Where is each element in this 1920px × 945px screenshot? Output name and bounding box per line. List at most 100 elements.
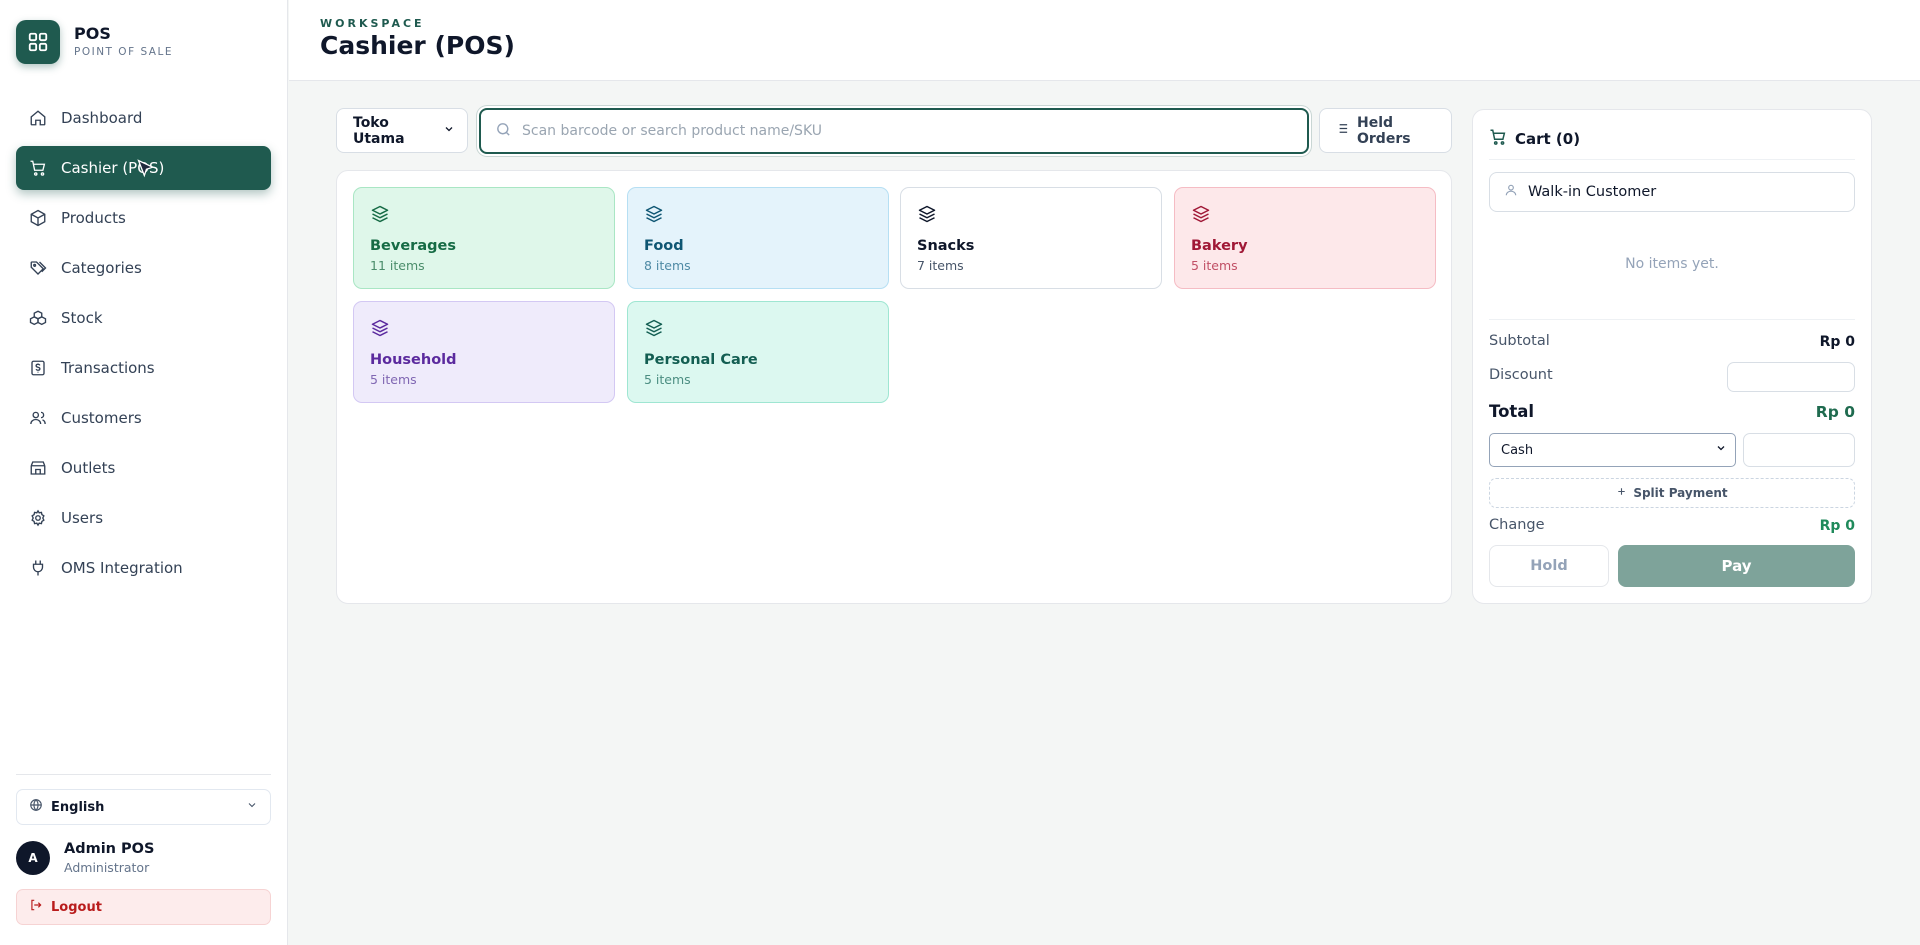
layers-icon: [644, 204, 664, 228]
change-label: Change: [1489, 517, 1545, 533]
pay-button[interactable]: Pay: [1618, 545, 1855, 587]
boxes-icon: [29, 309, 47, 327]
category-count: 11 items: [370, 258, 425, 273]
cart-icon: [1489, 128, 1507, 150]
category-card-personal-care[interactable]: Personal Care 5 items: [627, 301, 889, 403]
sidebar-item-categories[interactable]: Categories: [16, 246, 271, 290]
sidebar-item-label: Stock: [61, 309, 103, 327]
subtotal-label: Subtotal: [1489, 333, 1550, 349]
receipt-icon: [29, 359, 47, 377]
box-icon: [29, 209, 47, 227]
store-icon: [29, 459, 47, 477]
logout-label: Logout: [51, 899, 102, 915]
category-card-food[interactable]: Food 8 items: [627, 187, 889, 289]
category-card-snacks[interactable]: Snacks 7 items: [900, 187, 1162, 289]
language-select[interactable]: English: [16, 789, 271, 825]
customer-name: Walk-in Customer: [1528, 184, 1657, 200]
payment-method-value: Cash: [1501, 442, 1534, 458]
change-value: Rp 0: [1819, 518, 1855, 534]
cart-title: Cart (0): [1515, 130, 1581, 148]
sidebar-item-label: Users: [61, 509, 104, 527]
customer-select[interactable]: Walk-in Customer: [1489, 172, 1855, 212]
chevron-down-icon: [246, 799, 258, 815]
category-card-beverages[interactable]: Beverages 11 items: [353, 187, 615, 289]
category-count: 5 items: [1191, 258, 1238, 273]
category-panel: Beverages 11 items Food 8 items Snacks 7…: [336, 170, 1452, 604]
sidebar: POS POINT OF SALE Dashboard Cashier (POS…: [0, 0, 288, 945]
category-name: Beverages: [370, 238, 456, 254]
sidebar-divider: [16, 774, 271, 775]
sidebar-item-products[interactable]: Products: [16, 196, 271, 240]
sidebar-item-label: Customers: [61, 409, 142, 427]
layers-icon: [644, 318, 664, 342]
brand: POS POINT OF SALE: [16, 20, 173, 64]
payment-amount-input[interactable]: [1743, 433, 1855, 467]
cart-divider: [1489, 319, 1855, 320]
brand-subtitle: POINT OF SALE: [74, 46, 173, 58]
cart-header: Cart (0): [1489, 128, 1580, 150]
logout-button[interactable]: Logout: [16, 889, 271, 925]
sidebar-item-label: Outlets: [61, 459, 116, 477]
cart-icon: [29, 159, 47, 177]
users-icon: [29, 409, 47, 427]
split-payment-button[interactable]: Split Payment: [1489, 478, 1855, 508]
gear-icon: [29, 509, 47, 527]
user-profile: A Admin POS Administrator: [16, 839, 154, 877]
category-count: 5 items: [370, 372, 417, 387]
list-icon: [1334, 121, 1349, 140]
globe-icon: [29, 798, 43, 816]
page-eyebrow: WORKSPACE: [320, 17, 425, 30]
grid-icon: [16, 20, 60, 64]
plus-icon: [1616, 486, 1627, 500]
page-header: WORKSPACE Cashier (POS): [289, 0, 1920, 81]
sidebar-item-stock[interactable]: Stock: [16, 296, 271, 340]
discount-input[interactable]: [1727, 362, 1855, 392]
category-name: Household: [370, 352, 457, 368]
sidebar-item-oms-integration[interactable]: OMS Integration: [16, 546, 271, 590]
category-card-household[interactable]: Household 5 items: [353, 301, 615, 403]
layers-icon: [370, 318, 390, 342]
sidebar-item-label: Transactions: [61, 359, 155, 377]
category-name: Food: [644, 238, 684, 254]
brand-title: POS: [74, 24, 111, 43]
avatar: A: [16, 841, 50, 875]
outlet-select[interactable]: Toko Utama: [336, 108, 468, 153]
payment-method-select[interactable]: Cash: [1489, 433, 1736, 467]
cart-divider: [1489, 159, 1855, 160]
page-title: Cashier (POS): [320, 31, 515, 60]
layers-icon: [917, 204, 937, 228]
plug-icon: [29, 559, 47, 577]
category-card-bakery[interactable]: Bakery 5 items: [1174, 187, 1436, 289]
chevron-down-icon: [1715, 442, 1727, 458]
user-icon: [1504, 183, 1518, 201]
held-orders-label: Held Orders: [1357, 114, 1411, 147]
subtotal-value: Rp 0: [1819, 334, 1855, 350]
held-orders-button[interactable]: Held Orders: [1319, 108, 1452, 153]
split-payment-label: Split Payment: [1633, 486, 1728, 500]
sidebar-item-dashboard[interactable]: Dashboard: [16, 96, 271, 140]
logout-icon: [29, 898, 43, 916]
chevron-down-icon: [443, 123, 455, 139]
sidebar-item-outlets[interactable]: Outlets: [16, 446, 271, 490]
mouse-cursor-icon: [136, 158, 156, 182]
outlet-select-value: Toko Utama: [353, 114, 405, 147]
sidebar-item-users[interactable]: Users: [16, 496, 271, 540]
sidebar-item-label: Categories: [61, 259, 142, 277]
search-icon: [495, 121, 512, 142]
sidebar-item-transactions[interactable]: Transactions: [16, 346, 271, 390]
user-name: Admin POS: [64, 841, 155, 857]
category-name: Personal Care: [644, 352, 758, 368]
category-name: Snacks: [917, 238, 975, 254]
user-role: Administrator: [64, 860, 150, 875]
layers-icon: [370, 204, 390, 228]
layers-icon: [1191, 204, 1211, 228]
language-label: English: [51, 799, 105, 815]
sidebar-item-customers[interactable]: Customers: [16, 396, 271, 440]
product-search: [479, 108, 1309, 154]
hold-button[interactable]: Hold: [1489, 545, 1609, 587]
sidebar-item-label: OMS Integration: [61, 559, 183, 577]
search-input[interactable]: [522, 123, 1307, 139]
sidebar-item-label: Products: [61, 209, 126, 227]
category-count: 8 items: [644, 258, 691, 273]
total-label: Total: [1489, 402, 1535, 421]
